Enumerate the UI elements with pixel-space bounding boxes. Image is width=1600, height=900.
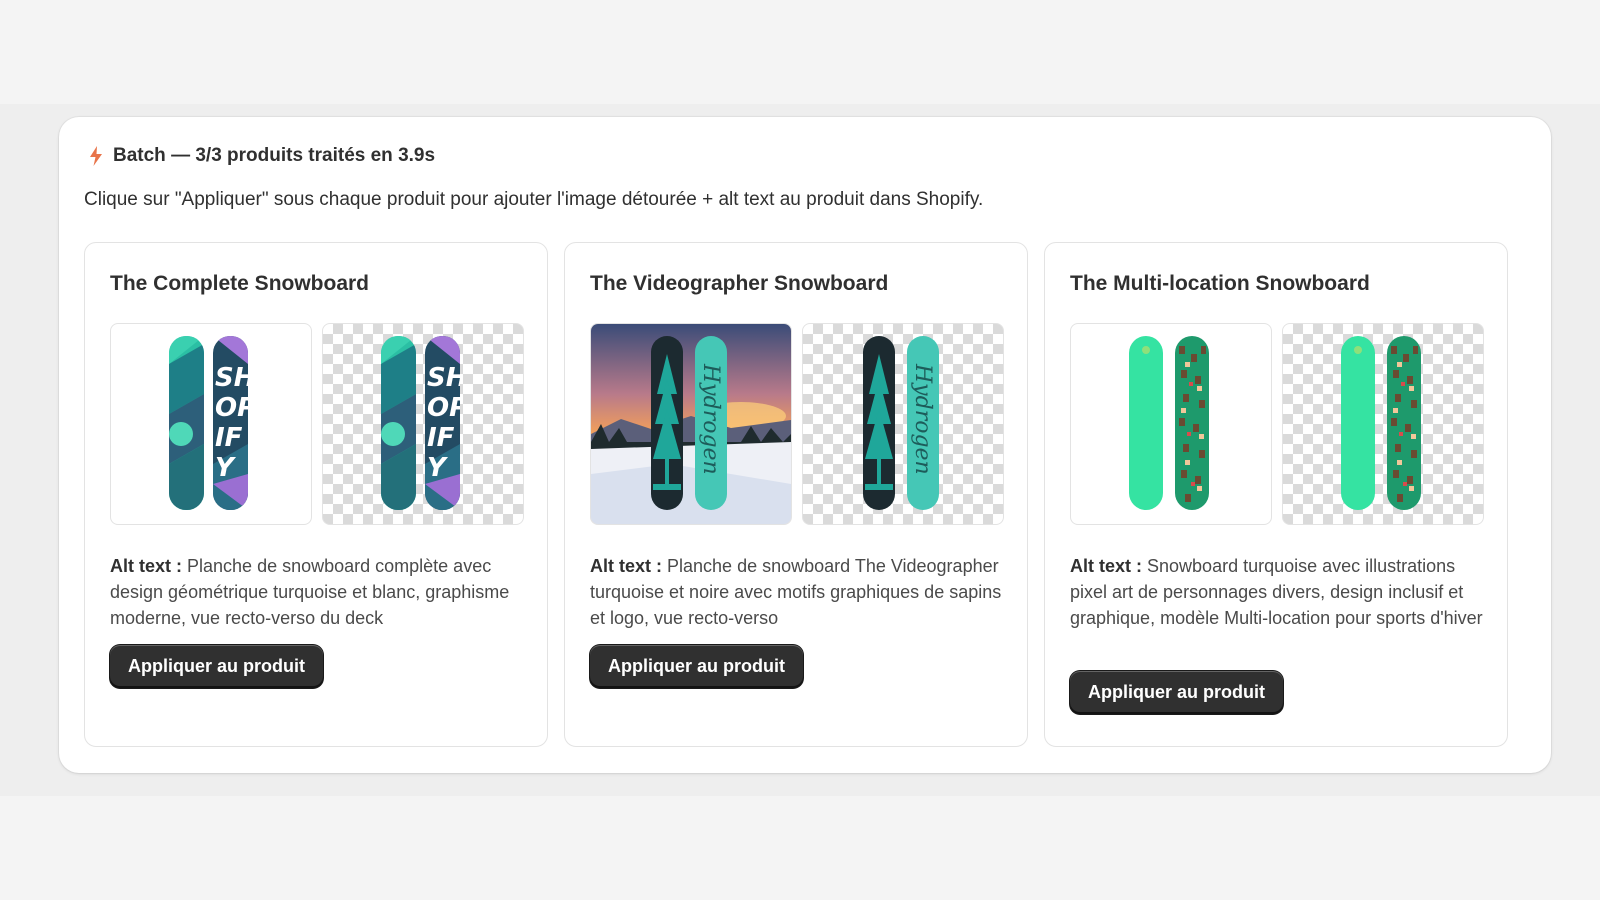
svg-text:IF: IF bbox=[215, 423, 243, 453]
alt-text: Alt text : Snowboard turquoise avec illu… bbox=[1070, 553, 1490, 631]
product-card: The Multi-location Snowboard Alt text: … bbox=[1044, 242, 1508, 747]
cutout-image: SH OP IF Y bbox=[322, 323, 524, 525]
alt-text: Alt text : Planche de snowboard The Vide… bbox=[590, 553, 1010, 631]
apply-to-product-button[interactable]: Appliquer au produit bbox=[1070, 671, 1283, 714]
original-image: Hydrogen bbox=[590, 323, 792, 525]
lightning-icon bbox=[90, 146, 102, 166]
product-title: The Multi-location Snowboard bbox=[1070, 272, 1370, 295]
original-image bbox=[1070, 323, 1272, 525]
batch-description: Clique sur "Appliquer" sous chaque produ… bbox=[84, 189, 984, 210]
svg-text:Y: Y bbox=[215, 453, 237, 483]
svg-text:OP: OP bbox=[427, 393, 468, 423]
svg-text:OP: OP bbox=[215, 393, 256, 423]
cutout-image bbox=[1282, 323, 1484, 525]
hydrogen-board-text: Hydrogen bbox=[910, 363, 935, 475]
batch-results-panel: Batch — 3/3 produits traités en 3.9s Cli… bbox=[59, 117, 1551, 773]
svg-text:Y: Y bbox=[427, 453, 449, 483]
alt-text-label: Alt text : bbox=[1070, 556, 1142, 576]
svg-text:IF: IF bbox=[427, 423, 455, 453]
svg-text:SH: SH bbox=[427, 363, 468, 393]
product-title: The Videographer Snowboard bbox=[590, 272, 889, 295]
product-title: The Complete Snowboard bbox=[110, 272, 370, 295]
alt-text: Alt text : Planche de snowboard complète… bbox=[110, 553, 530, 631]
svg-text:SH: SH bbox=[215, 363, 256, 393]
batch-title: Batch — 3/3 produits traités en 3.9s bbox=[113, 145, 436, 166]
cutout-image: Hydrogen bbox=[802, 323, 1004, 525]
product-card: The Complete Snowboard SH OP IF Y SH OP … bbox=[84, 242, 548, 747]
apply-to-product-button[interactable]: Appliquer au produit bbox=[590, 645, 803, 688]
product-card: The Videographer Snowboard Hydrogen Hydr… bbox=[564, 242, 1028, 747]
apply-to-product-button[interactable]: Appliquer au produit bbox=[110, 645, 323, 688]
alt-text-label: Alt text : bbox=[110, 556, 182, 576]
original-image: SH OP IF Y bbox=[110, 323, 312, 525]
batch-header: Batch — 3/3 produits traités en 3.9s bbox=[89, 145, 435, 167]
hydrogen-board-text: Hydrogen bbox=[698, 363, 723, 475]
alt-text-label: Alt text : bbox=[590, 556, 662, 576]
